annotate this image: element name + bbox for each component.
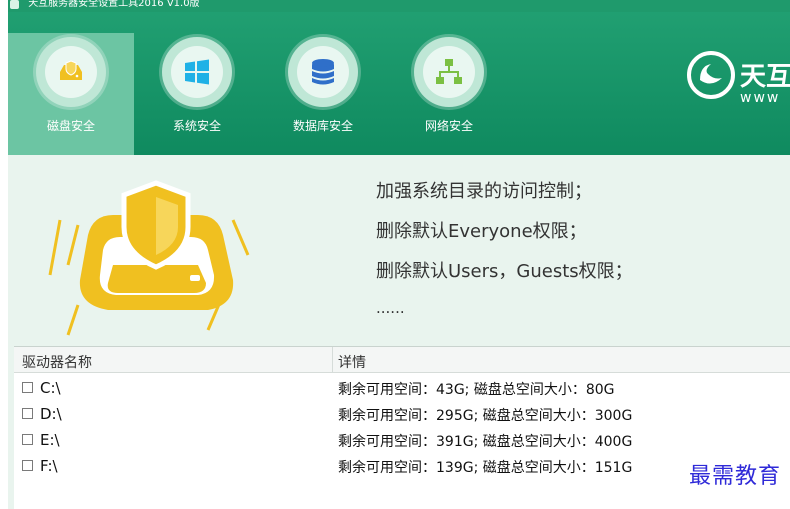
info-panel: 加强系统目录的访问控制； 删除默认Everyone权限； 删除默认Users，G… [8, 155, 790, 345]
drive-detail: 剩余可用空间：139G; 磁盘总空间大小：151G [338, 460, 633, 476]
drive-detail: 剩余可用空间：295G; 磁盘总空间大小：300G [338, 408, 633, 424]
row-checkbox[interactable] [22, 460, 33, 471]
drive-name: E:\ [40, 431, 60, 449]
windows-icon [185, 59, 209, 85]
brand-logo-icon [687, 51, 735, 99]
drive-detail: 剩余可用空间：43G; 磁盘总空间大小：80G [338, 382, 615, 398]
info-line: ...... [376, 299, 405, 317]
brand-name: 天互 [740, 62, 790, 92]
table-row[interactable]: F:\ 剩余可用空间：139G; 磁盘总空间大小：151G [14, 453, 790, 479]
tab-network-security[interactable]: 网络安全 [386, 33, 512, 155]
table-row[interactable]: C:\ 剩余可用空间：43G; 磁盘总空间大小：80G [14, 375, 790, 401]
row-checkbox[interactable] [22, 382, 33, 393]
column-header-drive[interactable]: 驱动器名称 [22, 352, 92, 372]
table-header: 驱动器名称 详情 [14, 347, 790, 373]
drive-detail: 剩余可用空间：391G; 磁盘总空间大小：400G [338, 434, 633, 450]
tab-label: 数据库安全 [292, 119, 353, 133]
drive-name: F:\ [40, 457, 58, 475]
window-title: 天互服务器安全设置工具2016 V1.0版 [28, 0, 200, 9]
table-row[interactable]: E:\ 剩余可用空间：391G; 磁盘总空间大小：400G [14, 427, 790, 453]
tab-label: 系统安全 [172, 119, 221, 133]
column-header-details[interactable]: 详情 [338, 352, 366, 372]
disk-shield-icon [60, 60, 82, 80]
app-icon [10, 0, 19, 9]
info-line: 加强系统目录的访问控制； [376, 181, 592, 202]
row-checkbox[interactable] [22, 408, 33, 419]
info-line: 删除默认Everyone权限； [376, 221, 587, 242]
app-window: 天互服务器安全设置工具2016 V1.0版 磁盘安全 系统安全 数据库安全 网络… [8, 0, 790, 509]
drive-table: 驱动器名称 详情 C:\ 剩余可用空间：43G; 磁盘总空间大小：80G D:\… [14, 346, 790, 509]
row-checkbox[interactable] [22, 434, 33, 445]
tab-disk-security[interactable]: 磁盘安全 [8, 33, 134, 155]
table-row[interactable]: D:\ 剩余可用空间：295G; 磁盘总空间大小：300G [14, 401, 790, 427]
drive-name: D:\ [40, 405, 62, 423]
tab-label: 网络安全 [424, 119, 473, 133]
info-line: 删除默认Users，Guests权限； [376, 261, 633, 282]
network-icon [436, 59, 462, 84]
brand-logo: 天互 www [686, 50, 790, 110]
tab-system-security[interactable]: 系统安全 [134, 33, 260, 155]
disk-shield-illustration [48, 180, 250, 336]
tab-label: 磁盘安全 [46, 119, 95, 133]
header-bar: 天互服务器安全设置工具2016 V1.0版 磁盘安全 系统安全 数据库安全 网络… [8, 0, 790, 155]
database-icon [312, 59, 334, 85]
brand-url: www [740, 90, 781, 106]
watermark: 最需教育 [676, 462, 790, 492]
title-bar: 天互服务器安全设置工具2016 V1.0版 [8, 0, 790, 12]
drive-name: C:\ [40, 379, 61, 397]
tab-database-security[interactable]: 数据库安全 [260, 33, 386, 155]
